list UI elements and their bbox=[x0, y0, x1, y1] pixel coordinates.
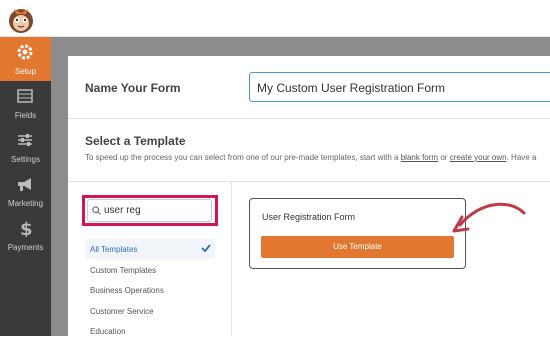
sidebar-item-payments[interactable]: $ Payments bbox=[0, 213, 51, 257]
category-label: All Templates bbox=[90, 245, 138, 254]
column-divider bbox=[231, 181, 232, 336]
sidebar: Setup Fields Settings Marketing $ Paymen… bbox=[0, 37, 51, 336]
form-name-row: Name Your Form My Custom User Registrati… bbox=[68, 56, 550, 119]
sidebar-item-label: Payments bbox=[7, 243, 44, 252]
create-your-own-link[interactable]: create your own bbox=[450, 153, 507, 162]
sidebar-item-fields[interactable]: Fields bbox=[0, 81, 51, 125]
template-card-title: User Registration Form bbox=[262, 212, 356, 222]
blank-form-link[interactable]: blank form bbox=[401, 153, 438, 162]
sidebar-item-label: Setup bbox=[15, 67, 36, 76]
select-template-heading: Select a Template bbox=[85, 134, 186, 148]
check-icon bbox=[201, 244, 211, 253]
category-label: Education bbox=[90, 327, 126, 336]
sidebar-item-label: Marketing bbox=[7, 199, 44, 208]
use-template-button[interactable]: Use Template bbox=[261, 236, 454, 258]
template-card[interactable]: User Registration Form Use Template bbox=[249, 198, 466, 269]
category-business-operations[interactable]: Business Operations bbox=[85, 280, 215, 300]
category-customer-service[interactable]: Customer Service bbox=[85, 301, 215, 321]
megaphone-icon bbox=[18, 178, 31, 191]
arrow-annotation-icon bbox=[452, 202, 526, 233]
sidebar-item-settings[interactable]: Settings bbox=[0, 125, 51, 169]
form-name-input[interactable]: My Custom User Registration Form bbox=[249, 72, 550, 102]
description-or: or bbox=[440, 153, 448, 162]
gear-icon bbox=[17, 44, 33, 60]
sidebar-item-marketing[interactable]: Marketing bbox=[0, 169, 51, 213]
top-bar bbox=[0, 0, 550, 37]
dollar-icon: $ bbox=[20, 219, 33, 237]
divider bbox=[68, 181, 550, 182]
category-custom-templates[interactable]: Custom Templates bbox=[85, 260, 215, 280]
category-education[interactable]: Education bbox=[85, 321, 215, 341]
sidebar-item-label: Settings bbox=[11, 155, 40, 164]
sidebar-item-setup[interactable]: Setup bbox=[0, 37, 51, 81]
search-highlight-box bbox=[82, 195, 218, 226]
description-end: . Have a bbox=[506, 153, 537, 162]
category-label: Business Operations bbox=[90, 286, 164, 295]
sliders-icon bbox=[18, 134, 32, 146]
form-name-label: Name Your Form bbox=[85, 81, 181, 95]
category-all-templates[interactable]: All Templates bbox=[85, 239, 215, 259]
wpforms-logo-icon bbox=[9, 9, 33, 33]
category-label: Customer Service bbox=[90, 307, 154, 316]
sidebar-item-label: Fields bbox=[14, 111, 37, 120]
category-label: Custom Templates bbox=[90, 266, 157, 275]
description-text: To speed up the process you can select f… bbox=[85, 153, 399, 162]
fields-icon bbox=[17, 89, 33, 103]
template-description: To speed up the process you can select f… bbox=[85, 153, 536, 162]
svg-text:$: $ bbox=[20, 219, 33, 237]
